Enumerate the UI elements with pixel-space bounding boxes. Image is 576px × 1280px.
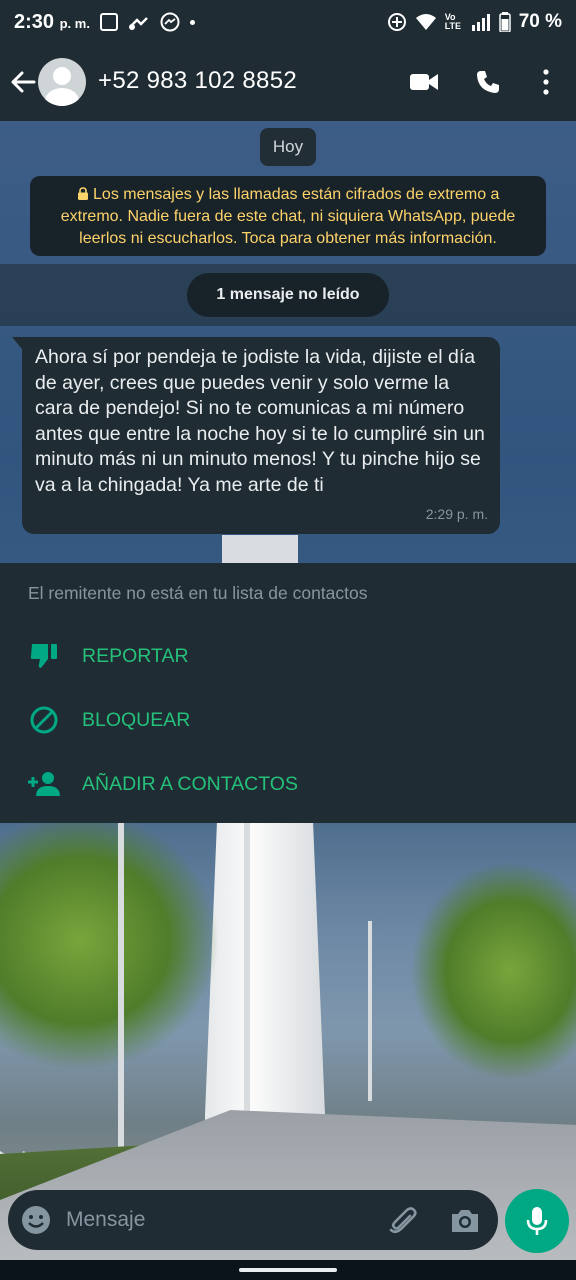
battery-icon: [498, 12, 511, 32]
video-call-button[interactable]: [404, 62, 444, 102]
unknown-sender-panel: El remitente no está en tu lista de cont…: [0, 563, 576, 823]
avatar-head: [53, 67, 71, 85]
status-time: 2:30 p. m.: [14, 11, 90, 33]
status-notification-icons: [100, 12, 195, 32]
wifi-icon: [415, 14, 436, 30]
status-system-icons: Vo LTE 70 %: [387, 11, 562, 33]
back-arrow-icon: [11, 71, 36, 93]
microphone-icon: [526, 1207, 548, 1235]
battery-percent: 70 %: [518, 11, 562, 32]
wallpaper-palm-right: [410, 861, 576, 1081]
add-contact-icon: [26, 766, 62, 802]
unknown-sender-notice: El remitente no está en tu lista de cont…: [28, 583, 368, 603]
voice-message-button[interactable]: [505, 1189, 569, 1253]
thumbs-down-icon: [26, 638, 62, 674]
date-separator: Hoy: [260, 128, 316, 166]
more-options-button[interactable]: [526, 62, 566, 102]
message-input[interactable]: Mensaje: [66, 1208, 145, 1232]
signal-icon: [471, 14, 490, 31]
wallpaper-pole: [118, 823, 124, 1163]
wallpaper-pole: [368, 921, 372, 1101]
messenger-icon: [160, 12, 180, 32]
camera-icon[interactable]: [448, 1204, 482, 1238]
add-contact-label: AÑADIR A CONTACTOS: [82, 772, 298, 795]
chat-header: +52 983 102 8852: [0, 44, 576, 121]
attach-icon[interactable]: [386, 1204, 420, 1238]
video-call-icon: [410, 74, 438, 90]
message-input-bar[interactable]: Mensaje: [8, 1190, 498, 1250]
incoming-message-bubble[interactable]: Ahora sí por pendeja te jodiste la vida,…: [12, 337, 500, 534]
unread-messages-label: 1 mensaje no leído: [187, 273, 389, 317]
block-button[interactable]: BLOQUEAR: [0, 695, 576, 745]
contact-name[interactable]: +52 983 102 8852: [98, 67, 297, 95]
add-contact-button[interactable]: AÑADIR A CONTACTOS: [0, 759, 576, 809]
system-navigation-bar: [0, 1260, 576, 1280]
lock-icon: [77, 187, 88, 200]
voice-call-button[interactable]: [468, 62, 508, 102]
status-bar: 2:30 p. m. Vo LTE 70 %: [0, 0, 576, 44]
wallpaper-pole: [244, 823, 250, 1153]
report-button[interactable]: REPORTAR: [0, 631, 576, 681]
encryption-notice[interactable]: Los mensajes y las llamadas están cifrad…: [30, 176, 546, 256]
more-options-icon: [543, 69, 549, 95]
message-text: Ahora sí por pendeja te jodiste la vida,…: [35, 346, 485, 496]
data-saver-icon: [387, 13, 406, 31]
report-label: REPORTAR: [82, 644, 189, 667]
more-notifications-dot: [190, 19, 195, 25]
encryption-notice-text: Los mensajes y las llamadas están cifrad…: [60, 186, 516, 247]
home-gesture-handle[interactable]: [239, 1268, 337, 1272]
network-type-label: Vo LTE: [444, 12, 462, 31]
block-label: BLOQUEAR: [82, 708, 191, 731]
avatar[interactable]: [38, 58, 86, 106]
emoji-icon[interactable]: [20, 1204, 52, 1236]
back-button[interactable]: [8, 64, 38, 100]
wallpaper-palm-left: [0, 811, 220, 1071]
block-icon: [26, 702, 62, 738]
avatar-body: [45, 88, 79, 106]
news-icon: [100, 13, 118, 31]
missed-call-icon: [129, 17, 148, 30]
message-time: 2:29 p. m.: [425, 506, 488, 523]
voice-call-icon: [477, 71, 499, 93]
